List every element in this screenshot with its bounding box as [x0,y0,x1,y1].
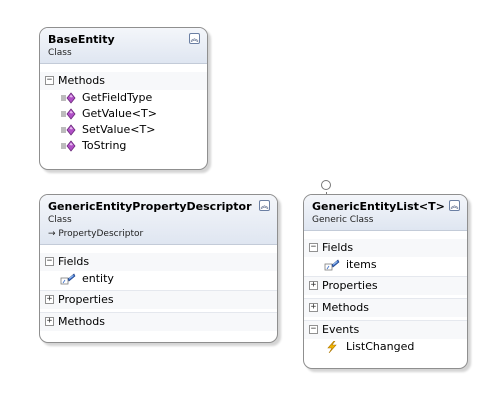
member-method[interactable]: GetFieldType [40,90,207,106]
section-methods[interactable]: + Methods [304,298,467,317]
section-label: Methods [58,315,105,328]
class-name: BaseEntity [48,33,115,46]
member-method[interactable]: GetValue<T> [40,106,207,122]
collapse-icon[interactable]: ︽ [189,33,200,44]
section-label: Properties [58,293,114,306]
member-field[interactable]: items [304,257,467,273]
section-label: Methods [58,74,105,87]
section-label: Properties [322,279,378,292]
section-fields[interactable]: − Fields [304,239,467,257]
member-method[interactable]: SetValue<T> [40,122,207,138]
section-events[interactable]: − Events [304,320,467,339]
class-header[interactable]: GenericEntityList<T> Generic Class ︽ [304,195,467,231]
member-label: ToString [82,139,127,152]
section-toggle-icon[interactable]: − [45,257,54,266]
class-header[interactable]: BaseEntity Class ︽ [40,28,207,64]
class-header[interactable]: GenericEntityPropertyDescriptor Class → … [40,195,277,245]
section-toggle-icon[interactable]: + [309,303,318,312]
class-kind: Generic Class [312,215,374,225]
member-label: SetValue<T> [82,123,156,136]
class-box-base-entity[interactable]: BaseEntity Class ︽ − Methods GetFieldTyp… [39,27,208,170]
section-toggle-icon[interactable]: + [45,317,54,326]
member-event[interactable]: ListChanged [304,339,467,355]
method-icon [60,124,76,136]
member-label: GetFieldType [82,91,153,104]
class-box-entity-list[interactable]: GenericEntityList<T> Generic Class ︽ − F… [303,194,468,369]
section-label: Fields [322,241,354,254]
section-toggle-icon[interactable]: − [309,325,318,334]
method-icon [60,92,76,104]
member-label: ListChanged [346,340,415,353]
class-kind: Class [48,215,72,225]
section-label: Events [322,323,360,336]
section-toggle-icon[interactable]: − [45,76,54,85]
section-label: Fields [58,255,90,268]
member-field[interactable]: entity [40,271,277,287]
method-icon [60,108,76,120]
section-toggle-icon[interactable]: − [309,243,318,252]
class-kind: Class [48,48,72,58]
field-icon [60,273,76,285]
section-properties[interactable]: + Properties [40,290,277,309]
collapse-icon[interactable]: ︽ [449,200,460,211]
lightning-event-icon [324,341,340,353]
section-methods[interactable]: − Methods [40,72,207,90]
field-icon [324,259,340,271]
section-fields[interactable]: − Fields [40,253,277,271]
interface-lollipop-icon [321,180,331,190]
class-box-property-descriptor[interactable]: GenericEntityPropertyDescriptor Class → … [39,194,278,343]
section-toggle-icon[interactable]: + [45,295,54,304]
method-icon [60,140,76,152]
class-name: GenericEntityList<T> [312,200,445,213]
member-method[interactable]: ToString [40,138,207,154]
collapse-icon[interactable]: ︽ [259,200,270,211]
class-name: GenericEntityPropertyDescriptor [48,200,252,213]
section-label: Methods [322,301,369,314]
section-methods[interactable]: + Methods [40,312,277,331]
member-label: GetValue<T> [82,107,157,120]
section-properties[interactable]: + Properties [304,276,467,295]
member-label: entity [82,272,114,285]
section-toggle-icon[interactable]: + [309,281,318,290]
base-class-label: → PropertyDescriptor [48,229,144,239]
member-label: items [346,258,377,271]
